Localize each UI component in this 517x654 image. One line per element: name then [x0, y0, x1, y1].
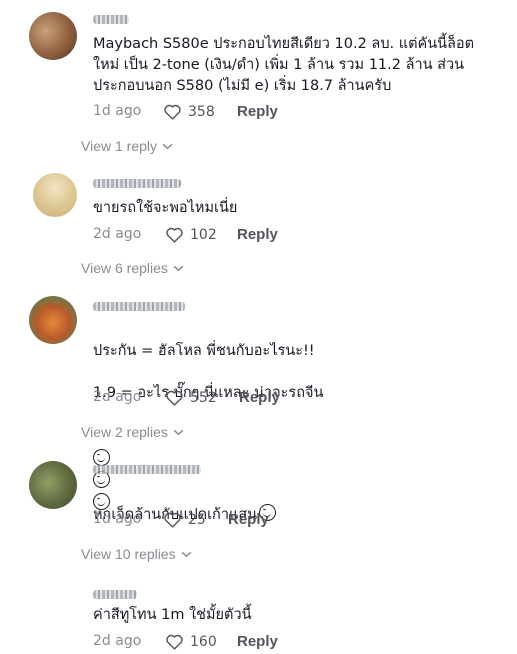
comment-date: 1d ago — [93, 103, 142, 119]
view-replies-label: View 10 replies — [81, 546, 176, 562]
comment-meta: 1d ago 358 Reply — [93, 103, 493, 123]
chevron-down-icon — [181, 551, 192, 557]
username-blurred[interactable] — [93, 465, 201, 474]
like-count: 102 — [190, 226, 217, 243]
avatar[interactable] — [33, 173, 77, 217]
like-button[interactable]: 102 — [165, 226, 217, 243]
avatar[interactable] — [29, 12, 77, 60]
heart-icon — [166, 227, 183, 243]
comment-meta: 1d ago 25 Reply — [93, 511, 493, 531]
like-count: 25 — [188, 511, 206, 528]
view-replies-label: View 2 replies — [81, 424, 168, 440]
reply-button[interactable]: Reply — [237, 633, 278, 650]
view-replies-label: View 6 replies — [81, 260, 168, 276]
comment-date: 2d ago — [93, 226, 142, 242]
grinning-squinting-face-icon — [93, 449, 110, 466]
avatar[interactable] — [29, 461, 77, 509]
reply-button[interactable]: Reply — [237, 103, 278, 120]
reply-button[interactable]: Reply — [239, 389, 280, 406]
comment-meta: 2d ago 160 Reply — [93, 633, 493, 653]
view-replies-button[interactable]: View 10 replies — [81, 546, 192, 562]
like-count: 358 — [188, 103, 215, 120]
view-replies-label: View 1 reply — [81, 138, 158, 154]
comment-text-line: ประกัน = ฮัลโหล พี่ชนกับอะไรนะ!! — [93, 343, 315, 359]
heart-icon — [164, 512, 181, 528]
like-count: 160 — [190, 633, 217, 650]
chevron-down-icon — [173, 265, 184, 271]
comment-date: 2d ago — [93, 633, 142, 649]
comment-text: ค่าสีทูโทน 1m ใช่มั้ยตัวนี้ — [93, 607, 252, 623]
like-count: 552 — [190, 389, 217, 406]
heart-icon — [166, 390, 183, 406]
username-blurred[interactable] — [93, 590, 137, 599]
comment-date: 1d ago — [93, 511, 142, 527]
username-blurred[interactable] — [93, 179, 181, 188]
reply-button[interactable]: Reply — [237, 226, 278, 243]
like-button[interactable]: 25 — [163, 511, 206, 528]
comment-meta: 2d ago 552 Reply — [93, 389, 493, 409]
avatar[interactable] — [29, 296, 77, 344]
heart-icon — [166, 634, 183, 650]
like-button[interactable]: 160 — [165, 633, 217, 650]
chevron-down-icon — [173, 429, 184, 435]
username-blurred[interactable] — [93, 15, 129, 24]
view-replies-button[interactable]: View 2 replies — [81, 424, 184, 440]
comment-date: 2d ago — [93, 389, 142, 405]
view-replies-button[interactable]: View 6 replies — [81, 260, 184, 276]
comment-text: Maybach S580e ประกอบไทยสีเดียว 10.2 ลบ. … — [93, 36, 475, 94]
comment-text: ขายรถใช้จะพอไหมเนี่ย — [93, 200, 238, 216]
like-button[interactable]: 358 — [163, 103, 215, 120]
heart-icon — [164, 104, 181, 120]
view-replies-button[interactable]: View 1 reply — [81, 138, 173, 154]
reply-button[interactable]: Reply — [228, 511, 269, 528]
username-blurred[interactable] — [93, 302, 185, 311]
chevron-down-icon — [162, 143, 173, 149]
comment-meta: 2d ago 102 Reply — [93, 226, 493, 246]
like-button[interactable]: 552 — [165, 389, 217, 406]
